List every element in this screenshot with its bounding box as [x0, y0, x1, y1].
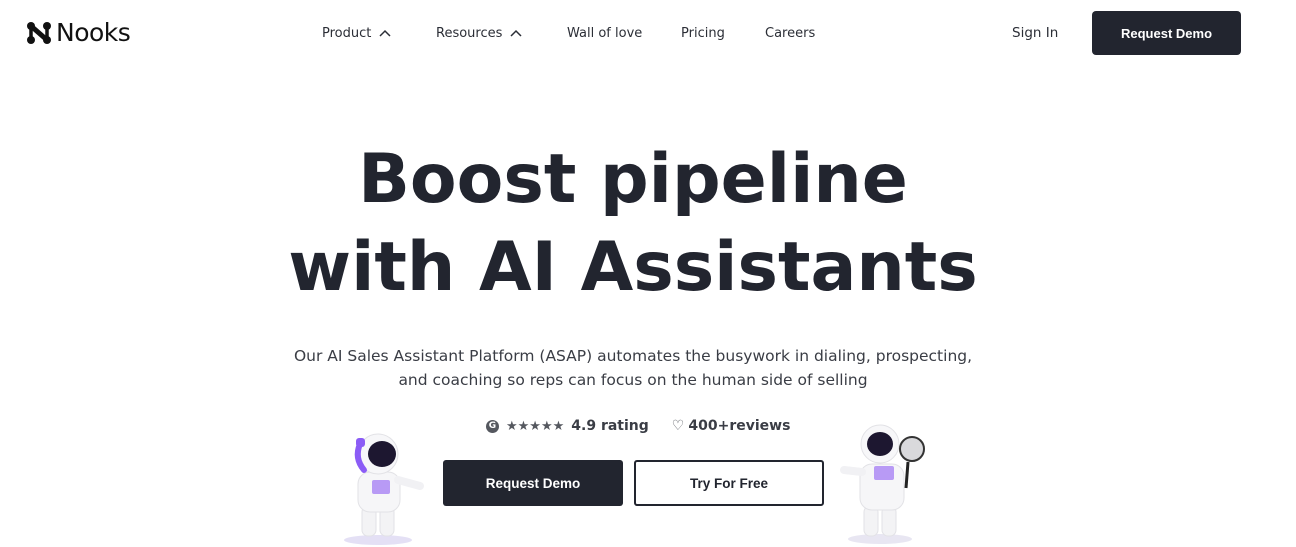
reviews-count: 400+reviews [688, 418, 791, 434]
hero-headline-line2: with AI Assistants [288, 228, 978, 307]
nooks-logo-icon [27, 22, 51, 44]
nav-wall-of-love[interactable]: Wall of love [567, 26, 642, 41]
nav-careers-label: Careers [765, 25, 816, 41]
brand-logo[interactable]: Nooks [26, 18, 131, 48]
header-request-demo-button[interactable]: Request Demo [1092, 11, 1241, 55]
astronaut-magnifier-illustration [840, 424, 925, 544]
rating-row: G ★★★★★ 4.9 rating ♡ 400+reviews [486, 416, 790, 436]
try-for-free-button[interactable]: Try For Free [634, 460, 824, 506]
g2-icon: G [486, 419, 499, 433]
nav-product-label: Product [322, 25, 372, 41]
sign-in-link[interactable]: Sign In [1012, 22, 1058, 44]
nav-wall-of-love-label: Wall of love [567, 25, 643, 41]
astronaut-phone-illustration [344, 433, 424, 545]
heart-icon: ♡ [671, 418, 685, 434]
hero-headline-line1: Boost pipeline [358, 140, 908, 219]
nav-careers[interactable]: Careers [765, 26, 815, 41]
nav-product[interactable]: Product [322, 26, 391, 41]
nav-pricing[interactable]: Pricing [681, 26, 725, 41]
hero-subtitle-line2: and coaching so reps can focus on the hu… [398, 371, 868, 389]
star-rating-icon: ★★★★★ [506, 418, 565, 434]
chevron-up-icon [379, 29, 391, 37]
nav-pricing-label: Pricing [681, 25, 725, 41]
nav-resources-label: Resources [436, 25, 503, 41]
brand-name: Nooks [56, 18, 131, 47]
chevron-up-icon [510, 29, 522, 37]
nav-resources[interactable]: Resources [436, 26, 522, 41]
rating-text: 4.9 rating [571, 418, 649, 434]
hero-subtitle-line1: Our AI Sales Assistant Platform (ASAP) a… [293, 347, 973, 365]
request-demo-button[interactable]: Request Demo [443, 460, 623, 506]
